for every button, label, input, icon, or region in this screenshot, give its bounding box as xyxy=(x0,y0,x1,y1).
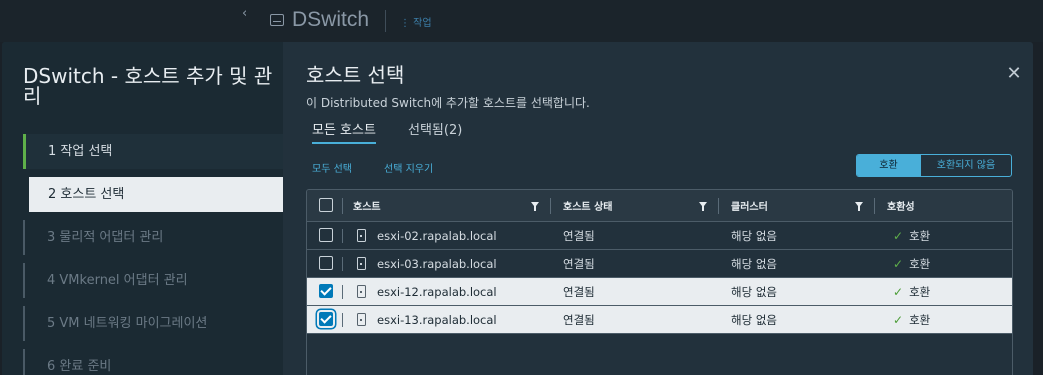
step-select-hosts[interactable]: 2 호스트 선택 xyxy=(29,177,283,212)
filter-icon[interactable] xyxy=(855,202,863,211)
host-icon xyxy=(357,257,366,270)
column-divider xyxy=(550,198,551,214)
compatibility-label: 호환 xyxy=(909,312,931,327)
app-header: ‹ DSwitch ⋮ 작업 xyxy=(0,0,1043,42)
check-icon: ✓ xyxy=(893,256,904,271)
wizard-sidebar: DSwitch - 호스트 추가 및 관리 1 작업 선택 2 호스트 선택 3… xyxy=(2,42,283,375)
object-title: DSwitch xyxy=(292,8,370,31)
wizard-content: 호스트 선택 ✕ 이 Distributed Switch에 추가할 호스트를 … xyxy=(306,42,1033,375)
row-divider xyxy=(342,229,343,243)
host-state: 연결됨 xyxy=(563,228,595,243)
table-row[interactable]: esxi-03.rapalab.local 연결됨 해당 없음 ✓ 호환 xyxy=(307,250,1012,278)
clear-selection-button[interactable]: 선택 지우기 xyxy=(384,160,433,175)
step-manage-vmkernel-adapters: 4 VMkernel 어댑터 관리 xyxy=(23,263,283,298)
column-header-host-state[interactable]: 호스트 상태 xyxy=(563,190,612,221)
row-checkbox[interactable] xyxy=(319,284,333,298)
column-divider xyxy=(342,198,343,214)
compatibility-filter: 호환 호환되지 않음 xyxy=(856,154,1012,177)
check-icon: ✓ xyxy=(893,312,904,327)
step-select-task[interactable]: 1 작업 선택 xyxy=(23,134,283,169)
compatibility-label: 호환 xyxy=(909,284,931,299)
compatibility: ✓ 호환 xyxy=(893,250,930,277)
table-row[interactable]: esxi-13.rapalab.local 연결됨 해당 없음 ✓ 호환 xyxy=(307,306,1012,334)
row-checkbox[interactable] xyxy=(319,256,333,270)
host-name: esxi-12.rapalab.local xyxy=(377,284,497,299)
cluster: 해당 없음 xyxy=(731,312,777,327)
table-row[interactable]: esxi-12.rapalab.local 연결됨 해당 없음 ✓ 호환 xyxy=(307,278,1012,306)
host-state: 연결됨 xyxy=(563,284,595,299)
compatibility: ✓ 호환 xyxy=(893,222,930,249)
select-all-checkbox[interactable] xyxy=(319,198,333,212)
cluster: 해당 없음 xyxy=(731,284,777,299)
page-title: 호스트 선택 xyxy=(306,63,405,87)
host-icon xyxy=(357,313,366,326)
column-header-cluster[interactable]: 클러스터 xyxy=(731,190,768,221)
column-divider xyxy=(874,198,875,214)
page-description: 이 Distributed Switch에 추가할 호스트를 선택합니다. xyxy=(306,96,590,110)
filter-icon[interactable] xyxy=(531,202,539,211)
cluster: 해당 없음 xyxy=(731,256,777,271)
filter-icon[interactable] xyxy=(699,202,707,211)
hosts-grid: 호스트 호스트 상태 클러스터 호환성 esxi-02.rapalab.loca… xyxy=(306,189,1013,375)
host-name: esxi-13.rapalab.local xyxy=(377,312,497,327)
host-state: 연결됨 xyxy=(563,312,595,327)
host-icon xyxy=(357,285,366,298)
row-divider xyxy=(342,257,343,271)
step-manage-physical-adapters: 3 물리적 어댑터 관리 xyxy=(23,220,283,255)
row-checkbox[interactable] xyxy=(319,228,333,242)
row-divider xyxy=(342,285,343,299)
row-divider xyxy=(342,313,343,327)
host-name: esxi-02.rapalab.local xyxy=(377,228,497,243)
compatibility-label: 호환 xyxy=(909,256,931,271)
column-divider xyxy=(718,198,719,214)
wizard-title: DSwitch - 호스트 추가 및 관리 xyxy=(23,64,273,108)
actions-menu[interactable]: ⋮ 작업 xyxy=(400,14,432,29)
close-icon[interactable]: ✕ xyxy=(1006,65,1022,83)
tab-all-hosts[interactable]: 모든 호스트 xyxy=(312,120,376,144)
header-divider xyxy=(385,10,386,32)
wizard-modal: DSwitch - 호스트 추가 및 관리 1 작업 선택 2 호스트 선택 3… xyxy=(2,42,1033,375)
host-icon xyxy=(357,229,366,242)
check-icon: ✓ xyxy=(893,228,904,243)
step-ready-to-complete: 6 완료 준비 xyxy=(23,349,283,375)
compatibility-label: 호환 xyxy=(909,228,931,243)
cluster: 해당 없음 xyxy=(731,228,777,243)
host-state: 연결됨 xyxy=(563,256,595,271)
compatibility: ✓ 호환 xyxy=(893,306,930,333)
compatibility: ✓ 호환 xyxy=(893,278,930,305)
filter-incompatible-button[interactable]: 호환되지 않음 xyxy=(920,155,1011,176)
row-checkbox[interactable] xyxy=(319,312,333,326)
collapse-icon[interactable]: ‹ xyxy=(242,6,247,21)
column-header-compatibility[interactable]: 호환성 xyxy=(887,190,915,221)
table-row[interactable]: esxi-02.rapalab.local 연결됨 해당 없음 ✓ 호환 xyxy=(307,222,1012,250)
filter-compatible-button[interactable]: 호환 xyxy=(857,155,920,176)
select-all-button[interactable]: 모두 선택 xyxy=(312,160,352,175)
wizard-steps: 1 작업 선택 2 호스트 선택 3 물리적 어댑터 관리 4 VMkernel… xyxy=(23,134,283,375)
grid-header: 호스트 호스트 상태 클러스터 호환성 xyxy=(307,190,1012,222)
column-header-host[interactable]: 호스트 xyxy=(353,190,381,221)
host-name: esxi-03.rapalab.local xyxy=(377,256,497,271)
tab-selected[interactable]: 선택됨(2) xyxy=(408,120,462,144)
check-icon: ✓ xyxy=(893,284,904,299)
switch-icon xyxy=(270,14,284,26)
step-migrate-vm-networking: 5 VM 네트워킹 마이그레이션 xyxy=(23,306,283,341)
